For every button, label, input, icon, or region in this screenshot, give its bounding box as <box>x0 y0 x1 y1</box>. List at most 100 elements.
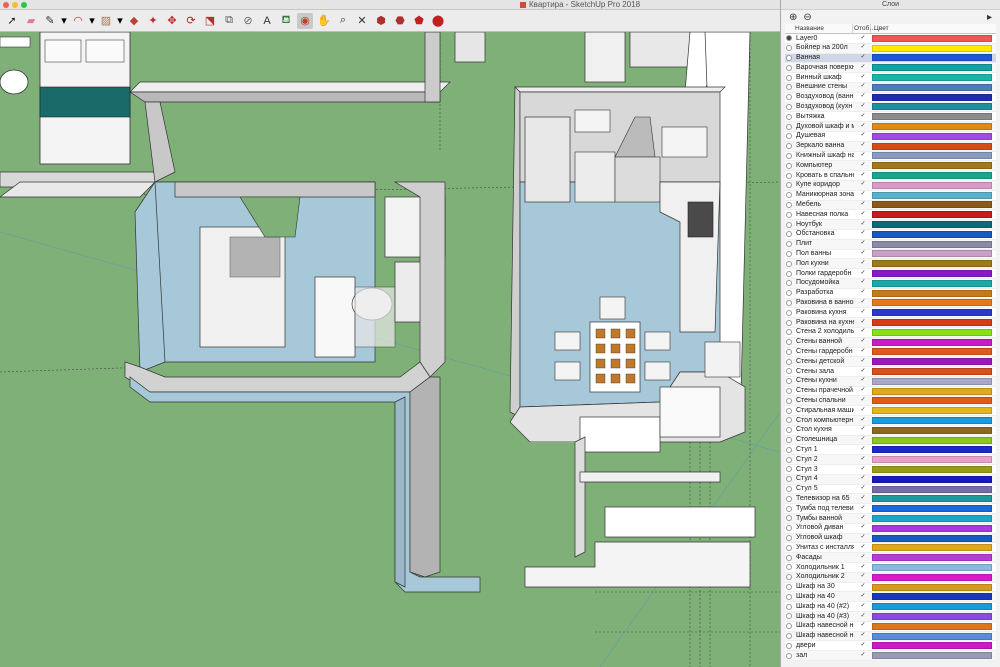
layer-color-swatch[interactable] <box>872 612 992 620</box>
layer-name[interactable]: Книжный шкаф на <box>796 151 854 161</box>
select-arrow-icon[interactable]: ➚ <box>4 13 20 29</box>
layer-visibility-checkbox[interactable]: ✓ <box>854 259 872 269</box>
layer-visibility-checkbox[interactable]: ✓ <box>854 347 872 357</box>
orbit-icon[interactable]: ◉ <box>297 12 313 29</box>
layer-visibility-checkbox[interactable]: ✓ <box>854 376 872 386</box>
layer-visibility-checkbox[interactable]: ✓ <box>854 396 872 406</box>
active-layer-radio[interactable] <box>786 358 792 365</box>
active-layer-radio[interactable] <box>786 456 792 463</box>
layer-visibility-checkbox[interactable]: ✓ <box>854 122 872 132</box>
layer-color-swatch[interactable] <box>872 387 992 395</box>
active-layer-radio[interactable] <box>786 603 792 610</box>
layer-visibility-checkbox[interactable]: ✓ <box>854 308 872 318</box>
active-layer-radio[interactable] <box>786 123 792 130</box>
layer-name[interactable]: Воздуховод (ванн <box>796 92 854 102</box>
layer-visibility-checkbox[interactable]: ✓ <box>854 484 872 494</box>
paint-bucket-icon[interactable]: ⛾ <box>278 13 294 29</box>
model-canvas[interactable] <box>0 32 780 667</box>
active-layer-radio[interactable] <box>786 476 792 483</box>
minimize-window-button[interactable] <box>12 2 18 8</box>
layer-color-swatch[interactable] <box>872 83 992 91</box>
layer-visibility-checkbox[interactable]: ✓ <box>854 533 872 543</box>
layer-color-swatch[interactable] <box>872 142 992 150</box>
active-layer-radio[interactable] <box>786 642 792 649</box>
layer-color-swatch[interactable] <box>872 201 992 209</box>
layer-name[interactable]: Зеркало ванна <box>796 141 854 151</box>
rectangle-shape-icon[interactable]: ▨ <box>98 13 114 29</box>
active-layer-radio[interactable] <box>786 152 792 159</box>
column-color[interactable]: Цвет <box>871 24 996 33</box>
active-layer-radio[interactable] <box>786 535 792 542</box>
active-layer-radio[interactable] <box>786 388 792 395</box>
layer-name[interactable]: Стены спальни <box>796 396 854 406</box>
layer-name[interactable]: Полки гардеробн <box>796 269 854 279</box>
zoom-window-button[interactable] <box>21 2 27 8</box>
layer-color-swatch[interactable] <box>872 573 992 581</box>
layer-color-swatch[interactable] <box>872 113 992 121</box>
active-layer-radio[interactable] <box>786 260 792 267</box>
layer-name[interactable]: Стена 2 холодиль <box>796 327 854 337</box>
layer-color-swatch[interactable] <box>872 260 992 268</box>
zoom-extents-icon[interactable]: ✕ <box>354 13 370 29</box>
layer-name[interactable]: Раковина кухня <box>796 308 854 318</box>
layer-name[interactable]: Стол кухня <box>796 425 854 435</box>
active-layer-radio[interactable] <box>786 143 792 150</box>
layer-color-swatch[interactable] <box>872 132 992 140</box>
active-layer-radio[interactable] <box>786 554 792 561</box>
layer-visibility-checkbox[interactable]: ✓ <box>854 523 872 533</box>
layer-color-swatch[interactable] <box>872 181 992 189</box>
active-layer-radio[interactable] <box>786 221 792 228</box>
layer-color-swatch[interactable] <box>872 534 992 542</box>
layer-name[interactable]: Навесная полка <box>796 210 854 220</box>
active-layer-radio[interactable] <box>786 74 792 81</box>
layer-name[interactable]: Кровать в спальне <box>796 171 854 181</box>
active-layer-radio[interactable] <box>786 368 792 375</box>
layer-visibility-checkbox[interactable]: ✓ <box>854 553 872 563</box>
active-layer-radio[interactable] <box>786 182 792 189</box>
active-layer-radio[interactable] <box>786 133 792 140</box>
layer-color-swatch[interactable] <box>872 563 992 571</box>
layer-color-swatch[interactable] <box>872 211 992 219</box>
layer-color-swatch[interactable] <box>872 93 992 101</box>
active-layer-radio[interactable] <box>786 64 792 71</box>
layer-color-swatch[interactable] <box>872 328 992 336</box>
layer-visibility-checkbox[interactable]: ✓ <box>854 43 872 53</box>
layer-color-swatch[interactable] <box>872 358 992 366</box>
layer-name[interactable]: Тумбы ванной <box>796 514 854 524</box>
layer-name[interactable]: Воздуховод (кухн <box>796 102 854 112</box>
layer-name[interactable]: Стиральная маши <box>796 406 854 416</box>
layer-visibility-checkbox[interactable]: ✓ <box>854 34 872 44</box>
layer-color-swatch[interactable] <box>872 377 992 385</box>
layer-name[interactable]: Раковина на кухне <box>796 318 854 328</box>
layer-name[interactable]: двери <box>796 641 854 651</box>
active-layer-radio[interactable] <box>786 162 792 169</box>
layer-visibility-checkbox[interactable]: ✓ <box>854 288 872 298</box>
layer-visibility-checkbox[interactable]: ✓ <box>854 171 872 181</box>
layer-visibility-checkbox[interactable]: ✓ <box>854 102 872 112</box>
dropdown-caret-icon[interactable]: ▾ <box>89 13 95 29</box>
layer-color-swatch[interactable] <box>872 544 992 552</box>
layer-name[interactable]: Мебель <box>796 200 854 210</box>
layer-visibility-checkbox[interactable]: ✓ <box>854 416 872 426</box>
active-layer-radio[interactable] <box>786 309 792 316</box>
layer-name[interactable]: Раковина в ванной <box>796 298 854 308</box>
layer-name[interactable]: Шкаф навесной н <box>796 631 854 641</box>
layer-visibility-checkbox[interactable]: ✓ <box>854 278 872 288</box>
layer-visibility-checkbox[interactable]: ✓ <box>854 425 872 435</box>
column-name[interactable]: Название <box>785 24 853 33</box>
layer-visibility-checkbox[interactable]: ✓ <box>854 180 872 190</box>
layer-name[interactable]: Столешница <box>796 435 854 445</box>
active-layer-radio[interactable] <box>786 417 792 424</box>
active-layer-radio[interactable] <box>786 192 792 199</box>
layer-name[interactable]: Плит <box>796 239 854 249</box>
layer-visibility-checkbox[interactable]: ✓ <box>854 494 872 504</box>
layer-visibility-checkbox[interactable]: ✓ <box>854 543 872 553</box>
warehouse-icon[interactable]: ⬢ <box>373 13 389 29</box>
active-layer-radio[interactable] <box>786 525 792 532</box>
active-layer-radio[interactable] <box>786 505 792 512</box>
layer-color-swatch[interactable] <box>872 367 992 375</box>
layer-color-swatch[interactable] <box>872 426 992 434</box>
active-layer-radio[interactable] <box>786 241 792 248</box>
layer-color-swatch[interactable] <box>872 407 992 415</box>
layer-name[interactable]: Холодильник 1 <box>796 563 854 573</box>
